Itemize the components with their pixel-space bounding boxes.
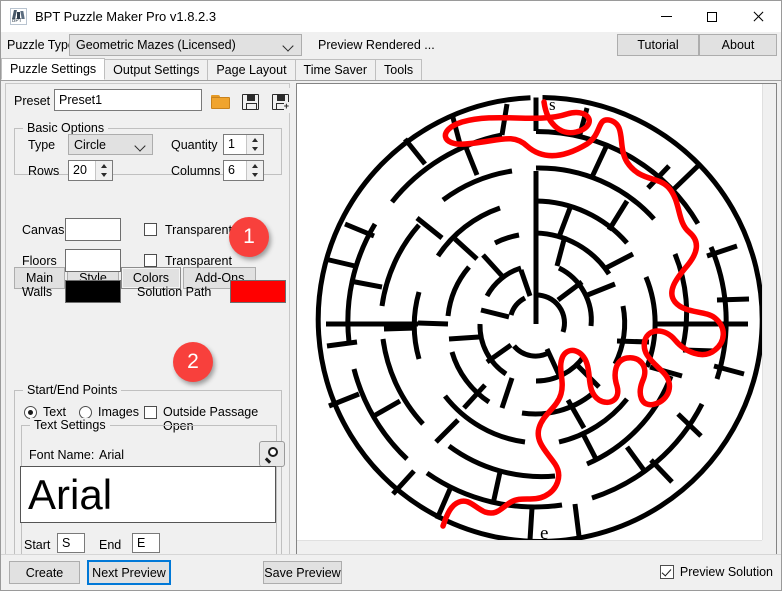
type-label: Type xyxy=(28,138,56,152)
preview-status-text: Preview Rendered ... xyxy=(318,38,435,52)
font-preview: Arial xyxy=(20,466,276,523)
rows-value: 20 xyxy=(73,163,87,177)
open-preset-button[interactable] xyxy=(207,88,232,113)
title-bar: BPT BPT Puzzle Maker Pro v1.8.2.3 xyxy=(1,1,781,32)
columns-value: 6 xyxy=(228,163,235,177)
walls-color-swatch[interactable] xyxy=(65,280,121,303)
tab-tools[interactable]: Tools xyxy=(375,59,423,80)
annotation-badge-1: 1 xyxy=(229,217,269,257)
rows-label: Rows xyxy=(28,164,60,178)
font-name-value: Arial xyxy=(99,448,125,462)
canvas-color-swatch[interactable] xyxy=(65,218,121,241)
rows-increment[interactable] xyxy=(96,161,112,171)
preview-solution-checkbox[interactable] xyxy=(659,565,674,579)
tab-puzzle-settings[interactable]: Puzzle Settings xyxy=(1,58,106,80)
bottom-action-bar: Create Next Preview Save Preview Preview… xyxy=(1,554,781,590)
quantity-decrement[interactable] xyxy=(247,144,263,154)
solution-path-label: Solution Path xyxy=(137,285,212,299)
preview-vertical-scrollbar[interactable] xyxy=(762,84,776,554)
main-tab-strip: Puzzle Settings Output Settings Page Lay… xyxy=(1,58,781,81)
canvas-transparent-checkbox[interactable] xyxy=(144,223,157,236)
outside-passage-checkbox[interactable] xyxy=(144,406,157,419)
start-input[interactable]: S xyxy=(57,533,85,553)
canvas-label: Canvas xyxy=(22,223,65,237)
window-title: BPT Puzzle Maker Pro v1.8.2.3 xyxy=(35,9,217,24)
floors-color-swatch[interactable] xyxy=(65,249,121,272)
save-preset-as-button[interactable]: + xyxy=(267,88,292,113)
preview-solution-control[interactable]: Preview Solution xyxy=(659,565,773,579)
next-preview-button[interactable]: Next Preview xyxy=(87,560,171,585)
folder-open-icon xyxy=(211,95,230,109)
preview-solution-label: Preview Solution xyxy=(679,565,773,579)
end-label: End xyxy=(99,538,122,552)
maximize-button[interactable] xyxy=(689,1,735,32)
circular-maze-svg: s e xyxy=(315,95,765,544)
floppy-save-icon xyxy=(242,94,259,110)
puzzle-settings-panel: Preset Preset1 + Basic Options Type Circ… xyxy=(5,83,292,570)
end-input[interactable]: E xyxy=(132,533,160,553)
tutorial-button[interactable]: Tutorial xyxy=(617,34,699,56)
columns-label: Columns xyxy=(171,164,221,178)
type-value: Circle xyxy=(74,137,106,152)
basic-options-title: Basic Options xyxy=(23,121,109,135)
floppy-save-as-icon: + xyxy=(272,94,289,111)
create-button[interactable]: Create xyxy=(9,561,80,584)
columns-increment[interactable] xyxy=(247,161,263,171)
minimize-button[interactable] xyxy=(643,1,689,32)
chevron-down-icon xyxy=(284,41,292,49)
images-mode-label: Images xyxy=(98,405,139,419)
puzzle-type-value: Geometric Mazes (Licensed) xyxy=(76,38,236,52)
quantity-label: Quantity xyxy=(171,138,218,152)
tab-time-saver[interactable]: Time Saver xyxy=(294,59,376,80)
canvas-transparent-label: Transparent xyxy=(165,223,232,237)
magnifier-icon xyxy=(265,446,282,464)
application-window: BPT BPT Puzzle Maker Pro v1.8.2.3 Puzzle… xyxy=(0,0,782,591)
puzzle-type-label: Puzzle Type xyxy=(7,38,75,52)
preset-input[interactable]: Preset1 xyxy=(54,89,202,111)
start-label: Start xyxy=(24,538,51,552)
font-name-label: Font Name: xyxy=(29,448,95,462)
preset-label: Preset xyxy=(14,94,51,108)
maze-preview-pane[interactable]: s e xyxy=(296,83,777,555)
annotation-badge-2: 2 xyxy=(173,342,213,382)
columns-stepper[interactable]: 6 xyxy=(223,160,264,181)
type-select[interactable]: Circle xyxy=(68,134,153,155)
chevron-down-icon xyxy=(136,141,144,149)
preview-horizontal-scrollbar[interactable] xyxy=(297,540,776,554)
tab-output-settings[interactable]: Output Settings xyxy=(104,59,209,80)
scroll-corner xyxy=(762,540,776,554)
floors-transparent-label: Transparent xyxy=(165,254,232,268)
rows-decrement[interactable] xyxy=(96,170,112,180)
quantity-value: 1 xyxy=(228,137,235,151)
floors-label: Floors xyxy=(22,254,57,268)
tab-page-layout[interactable]: Page Layout xyxy=(207,59,296,80)
font-picker-button[interactable] xyxy=(259,441,285,467)
save-preview-button[interactable]: Save Preview xyxy=(263,561,342,584)
floors-transparent-checkbox[interactable] xyxy=(144,254,157,267)
quantity-increment[interactable] xyxy=(247,135,263,145)
walls-label: Walls xyxy=(22,285,53,299)
about-button[interactable]: About xyxy=(699,34,777,56)
puzzle-type-select[interactable]: Geometric Mazes (Licensed) xyxy=(69,34,302,56)
rows-stepper[interactable]: 20 xyxy=(68,160,113,181)
text-mode-label: Text xyxy=(43,405,66,419)
text-settings-title: Text Settings xyxy=(30,418,110,432)
save-preset-button[interactable] xyxy=(237,88,262,113)
window-controls xyxy=(643,1,781,32)
solution-path-color-swatch[interactable] xyxy=(230,280,286,303)
start-end-points-title: Start/End Points xyxy=(23,383,122,397)
quantity-stepper[interactable]: 1 xyxy=(223,134,264,155)
start-marker: s xyxy=(549,95,556,114)
close-button[interactable] xyxy=(735,1,781,32)
columns-decrement[interactable] xyxy=(247,170,263,180)
app-icon: BPT xyxy=(10,8,27,25)
